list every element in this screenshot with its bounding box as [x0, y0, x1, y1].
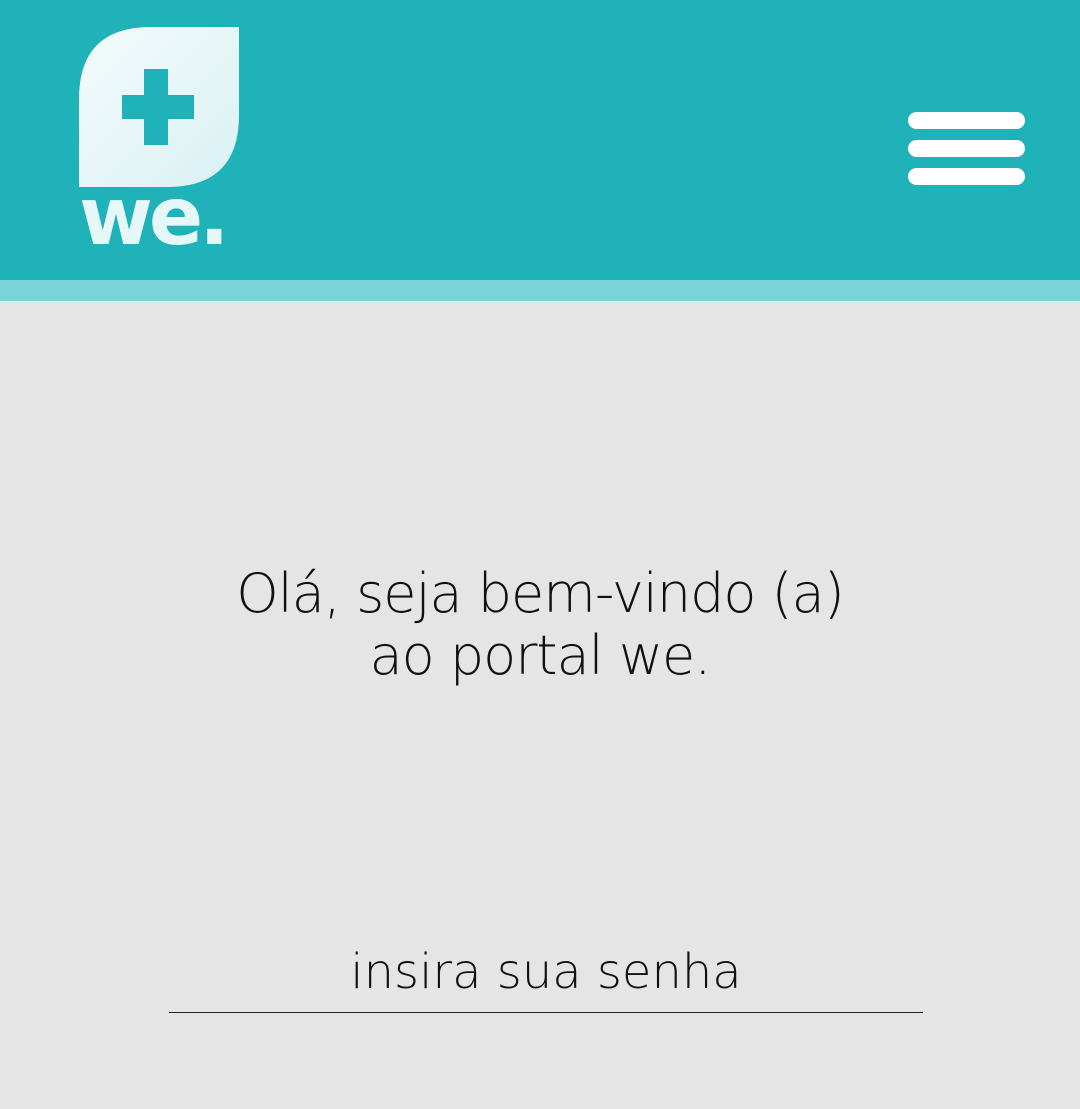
menu-bar-bottom	[908, 168, 1025, 185]
plus-leaf-icon	[79, 27, 239, 187]
hamburger-menu-icon[interactable]	[908, 112, 1025, 185]
menu-bar-top	[908, 112, 1025, 129]
menu-bar-middle	[908, 140, 1025, 157]
we-logo[interactable]: we.	[79, 27, 249, 267]
password-input[interactable]	[169, 931, 923, 1013]
welcome-message: Olá, seja bem-vindo (a) ao portal we.	[0, 563, 1080, 687]
header-accent-strip	[0, 280, 1080, 301]
app-header: we.	[0, 0, 1080, 280]
main-content: Olá, seja bem-vindo (a) ao portal we.	[0, 301, 1080, 1109]
welcome-line-2: ao portal we.	[369, 624, 712, 687]
welcome-line-1: Olá, seja bem-vindo (a)	[236, 562, 845, 625]
logo-text: we.	[79, 170, 230, 263]
